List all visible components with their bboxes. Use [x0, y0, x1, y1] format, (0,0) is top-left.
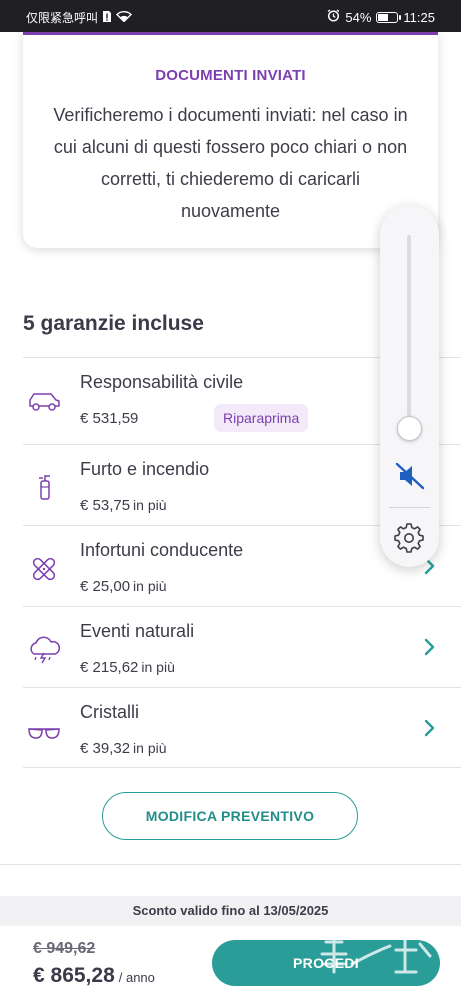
coverage-price-value: € 215,62	[80, 659, 139, 676]
carrier-text: 仅限紧急呼叫	[26, 11, 99, 25]
storm-cloud-icon	[25, 635, 63, 665]
volume-slider-thumb[interactable]	[397, 416, 422, 441]
documents-sent-card: DOCUMENTI INVIATI Verificheremo i docume…	[23, 32, 438, 248]
price-period: / anno	[118, 970, 155, 985]
documents-card-body: Verificheremo i documenti inviati: nel c…	[53, 105, 408, 221]
modify-quote-button[interactable]: MODIFICA PREVENTIVO	[102, 792, 358, 840]
coverage-price: € 25,00 in più	[80, 578, 167, 595]
coverage-price: € 215,62 in più	[80, 659, 175, 676]
coverage-price-suffix: in più	[133, 578, 167, 594]
battery-percent: 54%	[345, 9, 372, 25]
coverage-name: Infortuni conducente	[80, 540, 244, 560]
new-price-value: € 865,28	[33, 964, 115, 987]
old-price: € 949,62	[33, 940, 96, 957]
coverage-row-natural-events[interactable]: Eventi naturali € 215,62 in più	[23, 606, 461, 687]
new-price: € 865,28/ anno	[33, 964, 155, 988]
battery-icon	[376, 11, 402, 23]
discount-banner: Sconto valido fino al 13/05/2025	[0, 896, 461, 926]
fire-extinguisher-icon	[25, 473, 63, 503]
coverage-price-value: € 53,75	[80, 497, 131, 514]
divider	[0, 864, 461, 865]
volume-panel	[380, 205, 439, 567]
car-icon	[25, 386, 63, 416]
coverage-row-glass[interactable]: Cristalli € 39,32 in più	[23, 687, 461, 768]
status-left: 仅限紧急呼叫	[26, 9, 133, 26]
coverages-title: 5 garanzie incluse	[23, 312, 204, 335]
coverage-name: Eventi naturali	[80, 621, 195, 641]
coverage-name: Furto e incendio	[80, 459, 210, 479]
coverage-name: Cristalli	[80, 702, 140, 722]
documents-card-title: DOCUMENTI INVIATI	[155, 67, 306, 84]
coverage-price-value: € 25,00	[80, 578, 131, 595]
gear-icon[interactable]	[394, 523, 424, 553]
coverage-name: Responsabilità civile	[80, 372, 244, 392]
app-screen: 仅限紧急呼叫 54% 11:25 DOCUMENTI INVIATI Verif…	[0, 0, 461, 1000]
chevron-right-icon	[423, 718, 437, 738]
glasses-icon	[25, 716, 63, 746]
coverage-price: € 531,59 Riparaprima	[80, 404, 309, 432]
sim-alert-icon	[102, 10, 112, 26]
status-right: 54% 11:25	[327, 9, 435, 25]
clock: 11:25	[403, 9, 435, 25]
coverage-price-suffix: in più	[133, 740, 167, 756]
volume-slider-track[interactable]	[407, 235, 411, 440]
repair-badge: Riparaprima	[214, 404, 309, 432]
volume-panel-divider	[389, 507, 430, 508]
alarm-icon	[327, 9, 340, 25]
status-bar: 仅限紧急呼叫 54% 11:25	[0, 0, 461, 32]
watermark-text: HUARENJIE	[312, 985, 391, 998]
wifi-icon	[116, 10, 133, 25]
coverage-price: € 53,75 in più	[80, 497, 167, 514]
coverage-price-value: € 39,32	[80, 740, 131, 757]
coverage-price: € 39,32 in più	[80, 740, 167, 757]
chevron-right-icon	[423, 637, 437, 657]
coverage-price-value: € 531,59	[80, 410, 139, 427]
coverage-price-suffix: in più	[133, 497, 167, 513]
coverage-price-suffix: in più	[141, 659, 175, 675]
bandage-icon	[25, 554, 63, 584]
speaker-muted-icon[interactable]	[394, 460, 426, 492]
